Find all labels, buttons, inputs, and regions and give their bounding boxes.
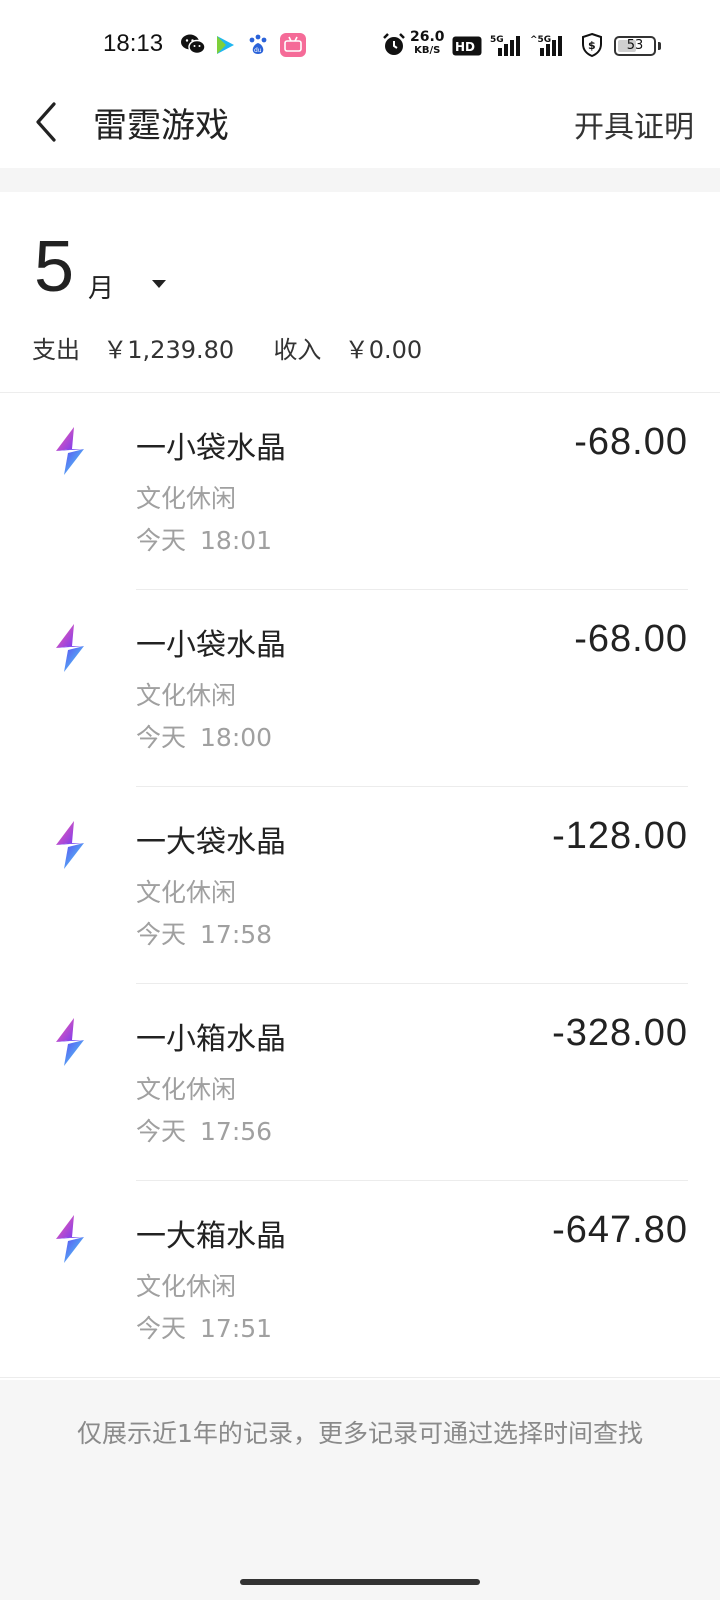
page-title: 雷霆游戏	[93, 106, 229, 146]
income-label: 收入	[273, 336, 322, 364]
transaction-category: 文化休闲	[136, 1272, 237, 1301]
transaction-time: 今天 18:00	[136, 718, 272, 754]
signal-5g-icon: ^5G	[530, 35, 562, 56]
transaction-row[interactable]: 一大箱水晶 文化休闲 今天 17:51 -647.80	[0, 1181, 720, 1378]
thunder-games-logo-icon	[50, 1016, 90, 1068]
footer: 仅展示近1年的记录，更多记录可通过选择时间查找	[0, 1380, 720, 1600]
network-speed-value: 26.0	[410, 29, 445, 45]
transaction-amount: -68.00	[574, 421, 688, 463]
transaction-amount: -68.00	[574, 618, 688, 660]
transaction-row[interactable]: 一小袋水晶 文化休闲 今天 18:01 -68.00	[0, 393, 720, 590]
transaction-clock: 18:01	[200, 526, 273, 555]
shield-icon: $	[582, 32, 602, 58]
transaction-title: 一小袋水晶	[136, 431, 286, 466]
svg-text:5G: 5G	[490, 35, 504, 45]
transaction-amount: -328.00	[552, 1012, 688, 1054]
transaction-day: 今天	[136, 723, 187, 752]
alarm-icon	[383, 33, 405, 55]
network-speed-unit: KB/S	[414, 45, 441, 56]
transaction-amount: -128.00	[552, 815, 688, 857]
thunder-games-logo-icon	[50, 622, 90, 674]
svg-text:HD: HD	[455, 40, 475, 54]
transaction-clock: 17:56	[200, 1117, 273, 1146]
transaction-time: 今天 17:58	[136, 915, 272, 951]
transaction-row[interactable]: 一小袋水晶 文化休闲 今天 18:00 -68.00	[0, 590, 720, 787]
transaction-clock: 17:58	[200, 920, 273, 949]
battery-tip	[658, 42, 661, 50]
transaction-category: 文化休闲	[136, 681, 237, 710]
transaction-title: 一小袋水晶	[136, 628, 286, 663]
expense-label: 支出	[32, 336, 80, 364]
transaction-category: 文化休闲	[136, 484, 237, 513]
issue-certificate-button[interactable]: 开具证明	[574, 102, 694, 146]
caret-down-icon	[152, 280, 166, 288]
transaction-row[interactable]: 一小箱水晶 文化休闲 今天 17:56 -328.00	[0, 984, 720, 1181]
month-selector[interactable]: 5 月	[34, 222, 166, 312]
month-number: 5	[34, 227, 75, 307]
transaction-day: 今天	[136, 1314, 187, 1343]
transaction-clock: 17:51	[200, 1314, 273, 1343]
transaction-time: 今天 17:56	[136, 1112, 272, 1148]
thunder-games-logo-icon	[50, 1213, 90, 1265]
transaction-day: 今天	[136, 526, 187, 555]
month-summary: 支出 ￥1,239.80 收入 ￥0.00	[32, 330, 422, 365]
transaction-day: 今天	[136, 920, 187, 949]
nav-bar: 雷霆游戏 开具证明	[0, 80, 720, 168]
month-unit: 月	[88, 274, 115, 304]
transaction-clock: 18:00	[200, 723, 273, 752]
transaction-title: 一大箱水晶	[136, 1219, 286, 1254]
baidu-icon: du	[249, 34, 267, 54]
status-bar: 18:13 du 26.0 KB/S HD 5G ^5G $ 53	[0, 0, 720, 90]
transaction-day: 今天	[136, 1117, 187, 1146]
hd-voice-icon: HD	[452, 36, 482, 56]
wechat-icon	[181, 34, 206, 55]
svg-text:du: du	[254, 47, 262, 54]
transaction-category: 文化休闲	[136, 878, 237, 907]
transaction-title: 一小箱水晶	[136, 1022, 286, 1057]
footer-note: 仅展示近1年的记录，更多记录可通过选择时间查找	[77, 1419, 643, 1448]
section-separator	[0, 168, 720, 192]
transaction-list: 一小袋水晶 文化休闲 今天 18:01 -68.00 一小袋水晶 文化休闲 今天 1…	[0, 393, 720, 1378]
svg-text:$: $	[588, 39, 596, 52]
svg-text:^5G: ^5G	[530, 35, 551, 45]
income-value: ￥0.00	[344, 336, 423, 364]
transaction-category: 文化休闲	[136, 1075, 237, 1104]
network-speed: 26.0 KB/S	[410, 29, 445, 57]
transaction-title: 一大袋水晶	[136, 825, 286, 860]
battery-level: 53	[626, 38, 644, 53]
thunder-games-logo-icon	[50, 425, 90, 477]
home-indicator[interactable]	[240, 1579, 480, 1585]
battery-icon: 53	[614, 36, 656, 56]
row-divider	[0, 1377, 720, 1378]
transaction-row[interactable]: 一大袋水晶 文化休闲 今天 17:58 -128.00	[0, 787, 720, 984]
video-app-icon	[217, 36, 234, 54]
chevron-left-icon[interactable]	[30, 100, 64, 144]
status-time: 18:13	[103, 30, 164, 57]
transaction-amount: -647.80	[552, 1209, 688, 1251]
bilibili-icon	[280, 33, 306, 57]
thunder-games-logo-icon	[50, 819, 90, 871]
transaction-time: 今天 17:51	[136, 1309, 272, 1345]
expense-value: ￥1,239.80	[103, 336, 235, 364]
signal-5g-icon: 5G	[490, 35, 520, 56]
transaction-time: 今天 18:01	[136, 521, 272, 557]
